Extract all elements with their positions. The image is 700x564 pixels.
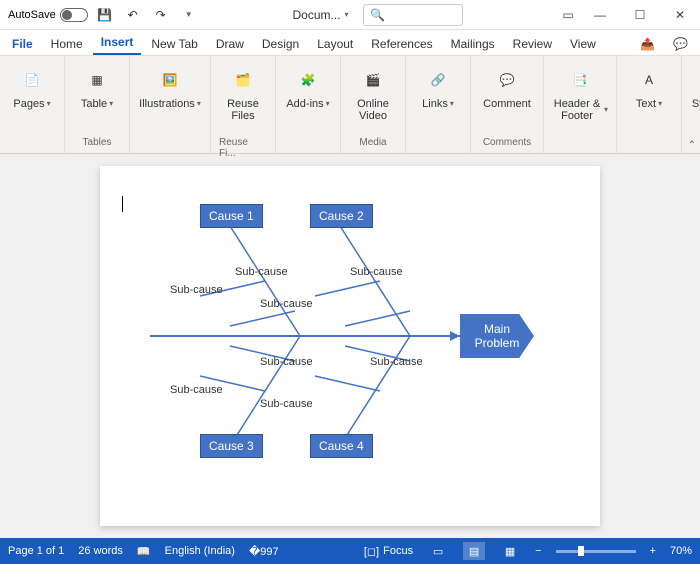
tab-insert[interactable]: Insert xyxy=(93,31,142,55)
links-button[interactable]: 🔗 Links▾ xyxy=(414,60,462,110)
accessibility-icon[interactable]: �997 xyxy=(249,545,279,558)
qat-dropdown-icon[interactable]: ▼ xyxy=(178,4,200,26)
illustrations-button[interactable]: 🖼️ Illustrations▾ xyxy=(138,60,202,110)
sub-cause-label[interactable]: Sub-cause xyxy=(170,384,223,396)
group-reuse: Reuse Fi... xyxy=(219,137,267,151)
zoom-in-button[interactable]: + xyxy=(650,545,656,557)
group-comments: Comments xyxy=(483,137,531,151)
tab-review[interactable]: Review xyxy=(505,33,560,55)
search-input[interactable]: 🔍 xyxy=(363,4,463,26)
toggle-off-icon xyxy=(60,8,88,22)
tab-draw[interactable]: Draw xyxy=(208,33,252,55)
page-number[interactable]: Page 1 of 1 xyxy=(8,545,64,557)
table-icon: ▦ xyxy=(81,64,113,96)
tab-layout[interactable]: Layout xyxy=(309,33,361,55)
addins-icon: 🧩 xyxy=(292,64,324,96)
title-chevron-icon[interactable]: ▾ xyxy=(345,10,349,19)
redo-icon[interactable]: ↷ xyxy=(150,4,172,26)
maximize-button[interactable]: ☐ xyxy=(620,0,660,30)
autosave-label: AutoSave xyxy=(8,9,56,21)
pages-icon: 📄 xyxy=(16,64,48,96)
read-mode-icon[interactable]: ▭ xyxy=(427,542,449,560)
text-icon: A xyxy=(633,64,665,96)
group-tables: Tables xyxy=(83,137,112,151)
ribbon: 📄 Pages▾ ▦ Table▾ Tables 🖼️ Illustration… xyxy=(0,56,700,154)
addins-button[interactable]: 🧩 Add-ins▾ xyxy=(284,60,332,110)
spellcheck-icon[interactable]: 📖 xyxy=(137,545,151,558)
sub-cause-label[interactable]: Sub-cause xyxy=(235,266,288,278)
tab-file[interactable]: File xyxy=(4,33,41,55)
word-count[interactable]: 26 words xyxy=(78,545,123,557)
text-button[interactable]: A Text▾ xyxy=(625,60,673,110)
comment-button[interactable]: 💬 Comment xyxy=(479,60,535,110)
zoom-slider[interactable] xyxy=(556,550,636,553)
tab-view[interactable]: View xyxy=(562,33,604,55)
document-area[interactable]: Cause 1 Cause 2 Cause 3 Cause 4 MainProb… xyxy=(0,154,700,538)
zoom-level[interactable]: 70% xyxy=(670,545,692,557)
document-title: Docum... xyxy=(293,8,341,22)
main-problem-box[interactable]: MainProblem xyxy=(460,314,534,358)
sub-cause-label[interactable]: Sub-cause xyxy=(370,356,423,368)
tab-design[interactable]: Design xyxy=(254,33,307,55)
table-button[interactable]: ▦ Table▾ xyxy=(73,60,121,110)
sub-cause-label[interactable]: Sub-cause xyxy=(350,266,403,278)
ribbon-tabs: File Home Insert New Tab Draw Design Lay… xyxy=(0,30,700,56)
page[interactable]: Cause 1 Cause 2 Cause 3 Cause 4 MainProb… xyxy=(100,166,600,526)
status-bar: Page 1 of 1 26 words 📖 English (India) �… xyxy=(0,538,700,564)
sub-cause-label[interactable]: Sub-cause xyxy=(260,298,313,310)
tab-newtab[interactable]: New Tab xyxy=(143,33,205,55)
symbols-button[interactable]: Ω Symbols▾ xyxy=(690,60,700,110)
cause-box-2[interactable]: Cause 2 xyxy=(310,204,373,228)
sub-cause-label[interactable]: Sub-cause xyxy=(260,356,313,368)
header-footer-icon: 📑 xyxy=(564,64,596,96)
comment-icon: 💬 xyxy=(491,64,523,96)
autosave-toggle[interactable]: AutoSave xyxy=(8,8,88,22)
undo-icon[interactable]: ↶ xyxy=(122,4,144,26)
collapse-ribbon-icon[interactable]: ⌃ xyxy=(688,140,696,151)
group-media: Media xyxy=(359,137,386,151)
focus-button[interactable]: [◻] Focus xyxy=(364,545,413,558)
title-bar: AutoSave 💾 ↶ ↷ ▼ Docum... ▾ 🔍 ▭ — ☐ ✕ xyxy=(0,0,700,30)
search-icon: 🔍 xyxy=(370,8,385,22)
cause-box-3[interactable]: Cause 3 xyxy=(200,434,263,458)
web-layout-icon[interactable]: ▦ xyxy=(499,542,521,560)
tab-mailings[interactable]: Mailings xyxy=(443,33,503,55)
minimize-button[interactable]: — xyxy=(580,0,620,30)
language[interactable]: English (India) xyxy=(165,545,235,557)
save-icon[interactable]: 💾 xyxy=(94,4,116,26)
reuse-files-button[interactable]: 🗂️ Reuse Files xyxy=(219,60,267,122)
zoom-out-button[interactable]: − xyxy=(535,545,541,557)
links-icon: 🔗 xyxy=(422,64,454,96)
close-button[interactable]: ✕ xyxy=(660,0,700,30)
illustrations-icon: 🖼️ xyxy=(154,64,186,96)
tab-home[interactable]: Home xyxy=(43,33,91,55)
video-icon: 🎬 xyxy=(357,64,389,96)
header-footer-button[interactable]: 📑 Header & Footer▾ xyxy=(552,60,608,122)
cause-box-4[interactable]: Cause 4 xyxy=(310,434,373,458)
reuse-files-icon: 🗂️ xyxy=(227,64,259,96)
cause-box-1[interactable]: Cause 1 xyxy=(200,204,263,228)
sub-cause-label[interactable]: Sub-cause xyxy=(260,398,313,410)
comments-icon[interactable]: 💬 xyxy=(665,33,696,55)
tab-references[interactable]: References xyxy=(363,33,440,55)
pages-button[interactable]: 📄 Pages▾ xyxy=(8,60,56,110)
print-layout-icon[interactable]: ▤ xyxy=(463,542,485,560)
online-video-button[interactable]: 🎬 Online Video xyxy=(349,60,397,122)
share-icon[interactable]: 📤 xyxy=(632,33,663,55)
sub-cause-label[interactable]: Sub-cause xyxy=(170,284,223,296)
ribbon-display-icon[interactable]: ▭ xyxy=(556,3,580,27)
